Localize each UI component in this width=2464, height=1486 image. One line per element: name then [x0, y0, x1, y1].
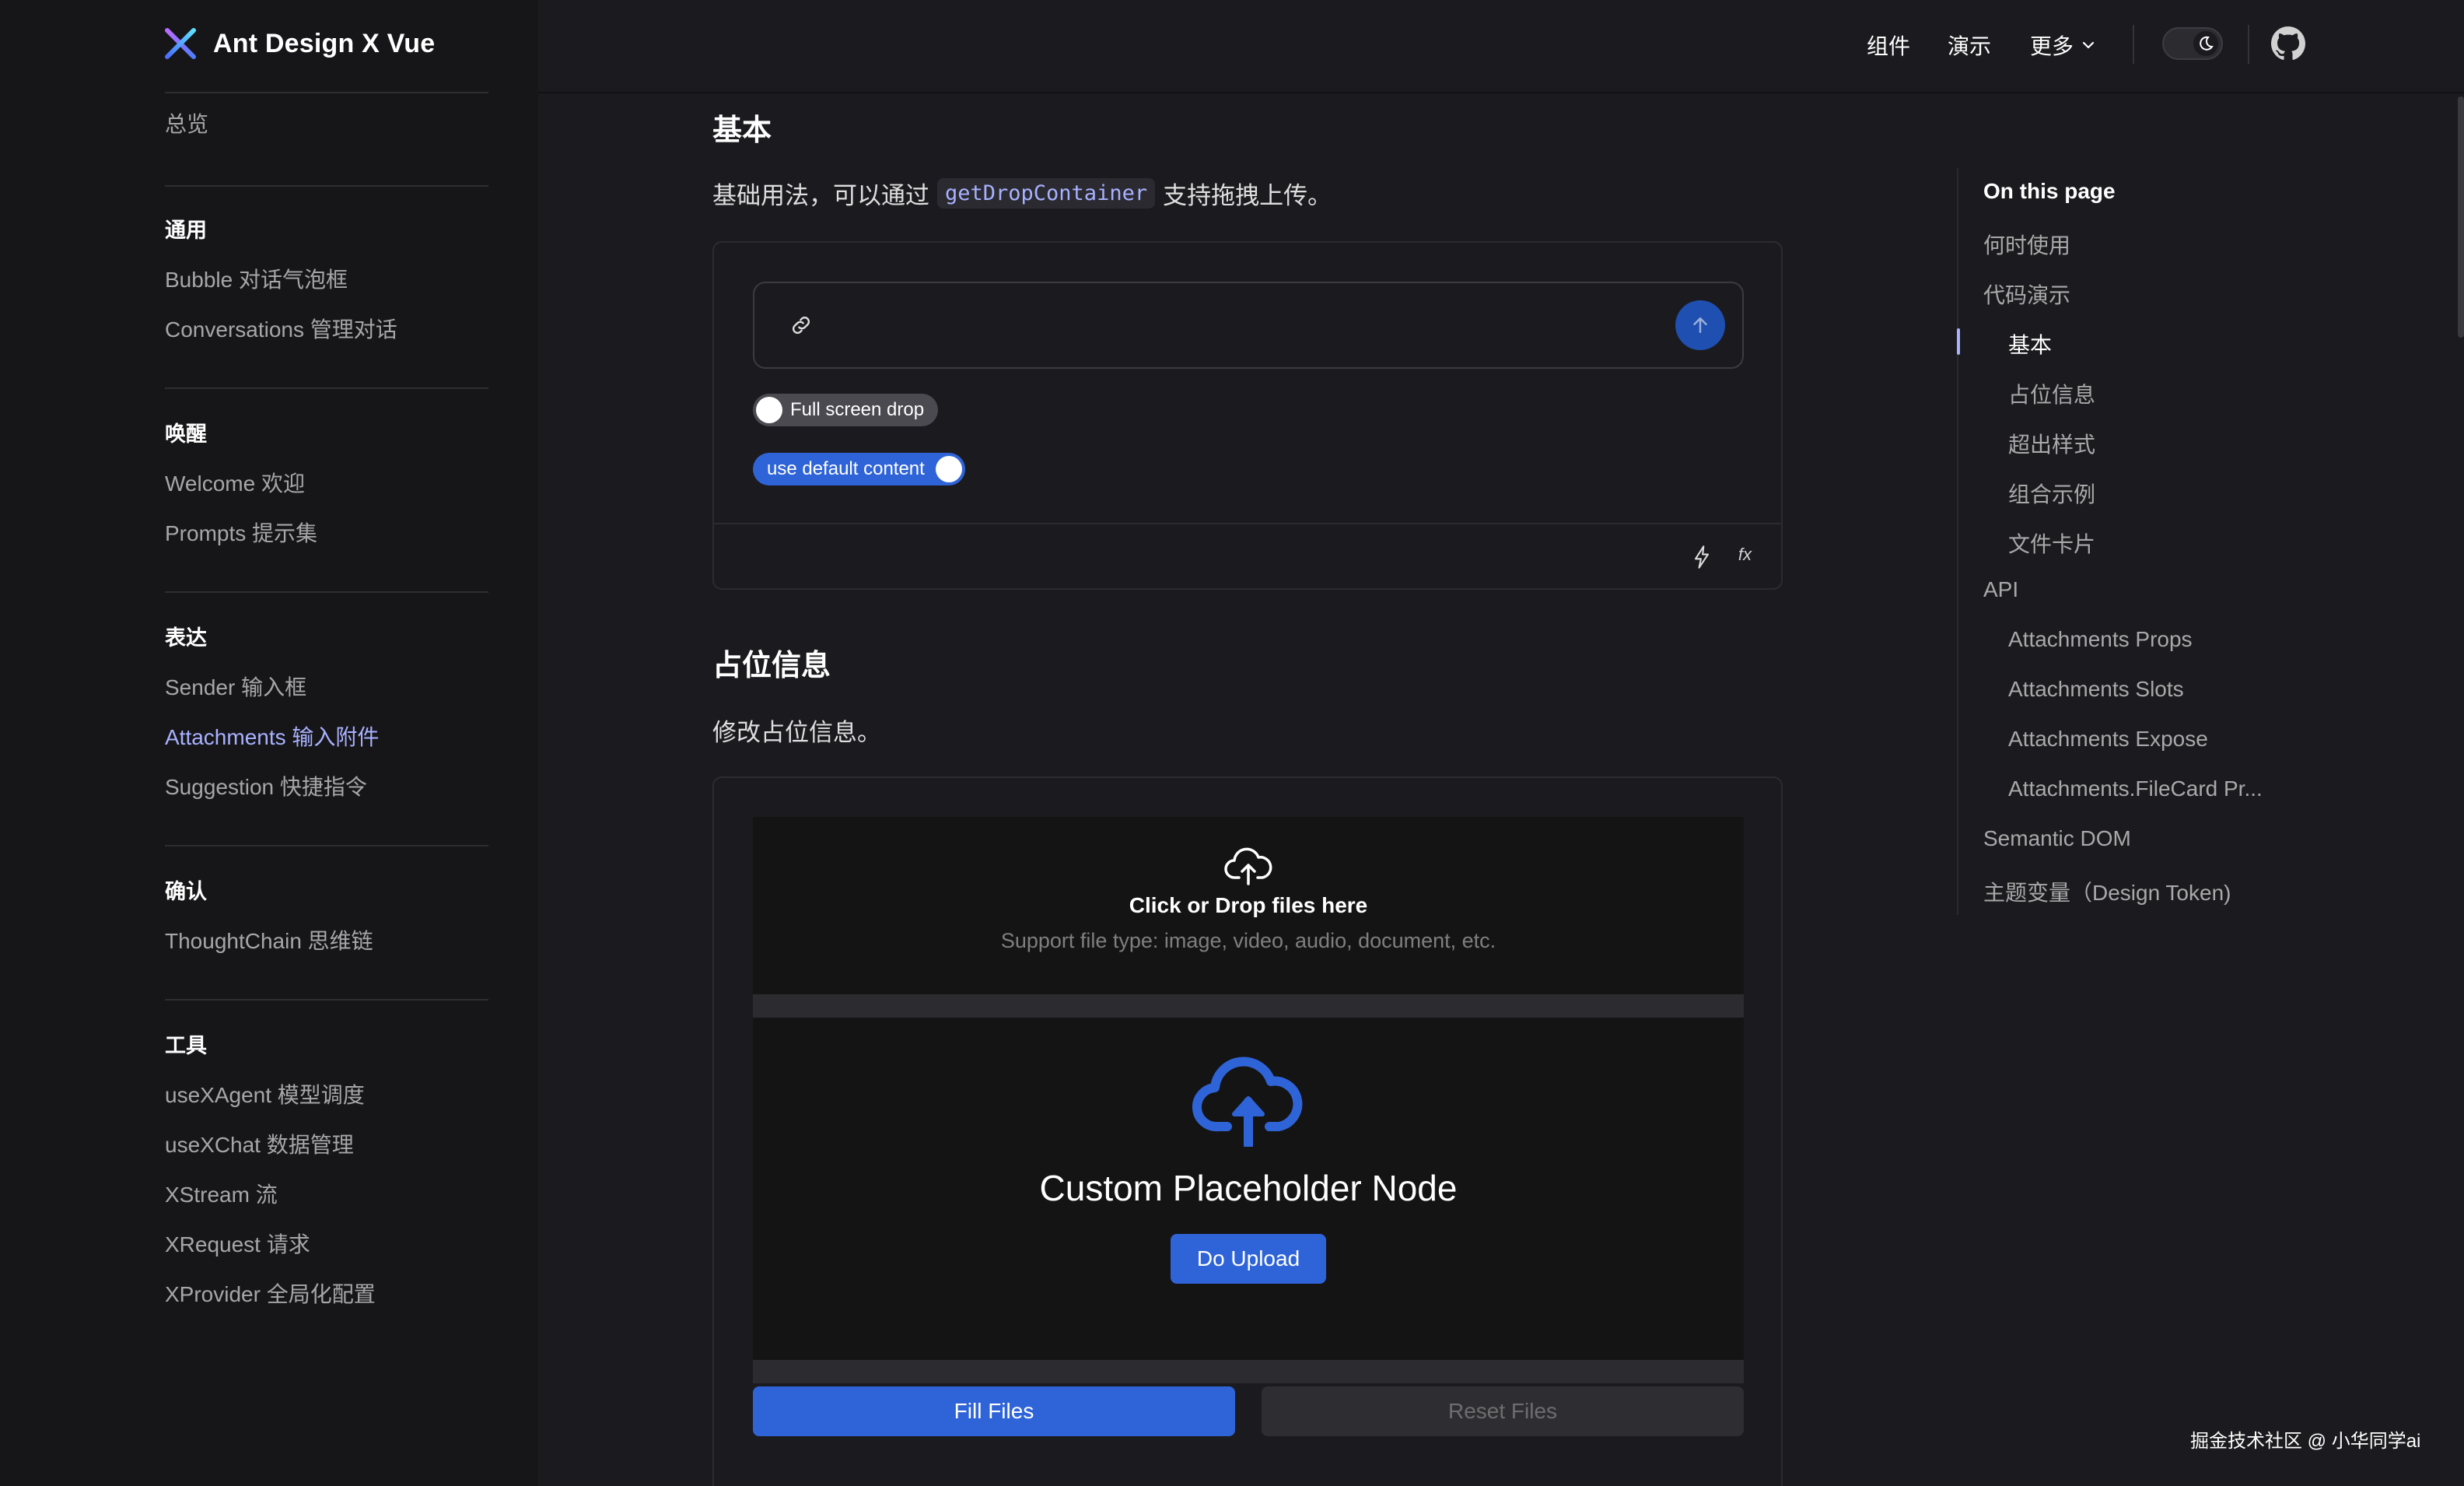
- sidebar-group-express: 表达: [165, 626, 207, 650]
- section-desc-basic: 基础用法，可以通过 getDropContainer 支持拖拽上传。: [712, 176, 1332, 211]
- watermark-text: 掘金技术社区 @ 小华同学ai: [2190, 1431, 2421, 1452]
- nav-demos-link[interactable]: 演示: [1948, 30, 1991, 61]
- brand-title: Ant Design X Vue: [213, 28, 436, 58]
- moon-icon: [2193, 31, 2218, 56]
- theme-toggle-switch[interactable]: [2162, 27, 2223, 60]
- sender-input[interactable]: [753, 282, 1744, 369]
- inline-code: getDropContainer: [937, 178, 1156, 209]
- section-desc-placeholder: 修改占位信息。: [712, 719, 881, 746]
- divider: [165, 845, 488, 846]
- cloud-upload-large-icon: [1192, 1057, 1305, 1147]
- sidebar-item-thoughtchain[interactable]: ThoughtChain 思维链: [165, 924, 373, 955]
- do-upload-button[interactable]: Do Upload: [1171, 1234, 1326, 1284]
- demo-card-placeholder: Click or Drop files here Support file ty…: [712, 776, 1783, 1486]
- nav-more-dropdown[interactable]: 更多: [2030, 30, 2095, 61]
- sidebar-item-bubble[interactable]: Bubble 对话气泡框: [165, 263, 348, 294]
- upload-dropzone[interactable]: Click or Drop files here Support file ty…: [753, 817, 1744, 994]
- reset-files-button[interactable]: Reset Files: [1262, 1386, 1744, 1436]
- toc-active-marker: [1957, 328, 1960, 355]
- sidebar-item-xstream[interactable]: XStream 流: [165, 1178, 278, 1209]
- sidebar: Ant Design X Vue 总览 通用 Bubble 对话气泡框 Conv…: [0, 0, 538, 1486]
- sidebar-item-sender[interactable]: Sender 输入框: [165, 671, 306, 702]
- switch-label: Full screen drop: [790, 399, 925, 420]
- paperclip-link-icon[interactable]: [789, 313, 814, 338]
- sidebar-group-confirm: 确认: [165, 880, 207, 903]
- cloud-upload-icon: [1223, 846, 1273, 887]
- toc-item[interactable]: 何时使用: [1983, 229, 2070, 260]
- switch-knob: [756, 397, 782, 423]
- toc-title: On this page: [1983, 179, 2116, 203]
- toc-item[interactable]: API: [1983, 577, 2018, 602]
- desc-text: 支持拖拽上传。: [1163, 182, 1332, 209]
- sidebar-item-xrequest[interactable]: XRequest 请求: [165, 1228, 310, 1259]
- sidebar-group-wake: 唤醒: [165, 422, 207, 446]
- toc-item[interactable]: 占位信息: [2008, 378, 2095, 409]
- switch-label: use default content: [767, 458, 925, 479]
- sidebar-item-suggestion[interactable]: Suggestion 快捷指令: [165, 770, 367, 801]
- toc-item[interactable]: 组合示例: [2008, 478, 2095, 509]
- toc-item[interactable]: 主题变量（Design Token): [1983, 876, 2231, 907]
- toc-item[interactable]: Attachments Expose: [2008, 727, 2208, 752]
- nav-components-link[interactable]: 组件: [1867, 30, 1910, 61]
- demo-card-basic: Full screen drop use default content fx: [712, 241, 1783, 590]
- dropzone-description: Support file type: image, video, audio, …: [1000, 929, 1496, 952]
- sidebar-item-prompts[interactable]: Prompts 提示集: [165, 517, 317, 548]
- divider: [165, 92, 488, 93]
- nav-divider: [2248, 25, 2249, 64]
- sidebar-item-usexagent[interactable]: useXAgent 模型调度: [165, 1078, 365, 1109]
- toc-item[interactable]: Semantic DOM: [1983, 826, 2131, 851]
- fx-icon[interactable]: fx: [1738, 545, 1752, 565]
- toc-item[interactable]: Attachments Slots: [2008, 677, 2184, 702]
- sidebar-group-tools: 工具: [165, 1034, 207, 1057]
- brand-logo-link[interactable]: Ant Design X Vue: [163, 22, 435, 65]
- use-default-content-switch[interactable]: use default content: [753, 453, 965, 485]
- custom-placeholder-node: Custom Placeholder Node Do Upload: [753, 1018, 1744, 1360]
- divider: [165, 999, 488, 1001]
- sidebar-item-xprovider[interactable]: XProvider 全局化配置: [165, 1277, 376, 1309]
- divider: [165, 185, 488, 187]
- toc-item[interactable]: 文件卡片: [2008, 527, 2095, 559]
- sidebar-item-overview[interactable]: 总览: [165, 107, 208, 138]
- divider-bar: [753, 1360, 1744, 1383]
- sidebar-item-attachments[interactable]: Attachments 输入附件: [165, 720, 379, 752]
- divider: [165, 591, 488, 593]
- sidebar-item-usexchat[interactable]: useXChat 数据管理: [165, 1128, 354, 1159]
- fill-files-button[interactable]: Fill Files: [753, 1386, 1235, 1436]
- ant-design-x-logo-icon: [163, 26, 198, 61]
- section-heading-basic: 基本: [712, 114, 772, 147]
- toc-item-active[interactable]: 基本: [2008, 328, 2052, 359]
- toc-item[interactable]: Attachments Props: [2008, 627, 2193, 652]
- full-screen-drop-switch[interactable]: Full screen drop: [753, 394, 939, 426]
- section-heading-placeholder: 占位信息: [712, 650, 831, 682]
- desc-text: 基础用法，可以通过: [712, 182, 929, 209]
- toc-item[interactable]: 超出样式: [2008, 428, 2095, 459]
- thunderbolt-icon[interactable]: [1691, 545, 1713, 570]
- nav-more-label: 更多: [2030, 34, 2074, 58]
- toc-item[interactable]: 代码演示: [1983, 279, 2070, 310]
- sidebar-item-welcome[interactable]: Welcome 欢迎: [165, 467, 305, 498]
- divider: [165, 387, 488, 389]
- send-button[interactable]: [1675, 300, 1725, 350]
- toc-rail: [1957, 168, 1958, 915]
- demo-actions-bar: fx: [714, 523, 1781, 588]
- nav-divider: [2133, 25, 2134, 64]
- toc-item[interactable]: Attachments.FileCard Pr...: [2008, 776, 2263, 801]
- placeholder-node-title: Custom Placeholder Node: [1039, 1168, 1458, 1208]
- switch-knob: [935, 456, 962, 482]
- dropzone-title: Click or Drop files here: [1129, 893, 1368, 917]
- chevron-down-icon: [2081, 38, 2095, 52]
- sidebar-item-conversations[interactable]: Conversations 管理对话: [165, 313, 397, 344]
- github-icon[interactable]: [2271, 26, 2305, 61]
- sidebar-group-general: 通用: [165, 219, 207, 242]
- page-scrollbar[interactable]: [2458, 96, 2464, 338]
- divider-bar: [753, 994, 1744, 1018]
- arrow-up-icon: [1693, 317, 1707, 333]
